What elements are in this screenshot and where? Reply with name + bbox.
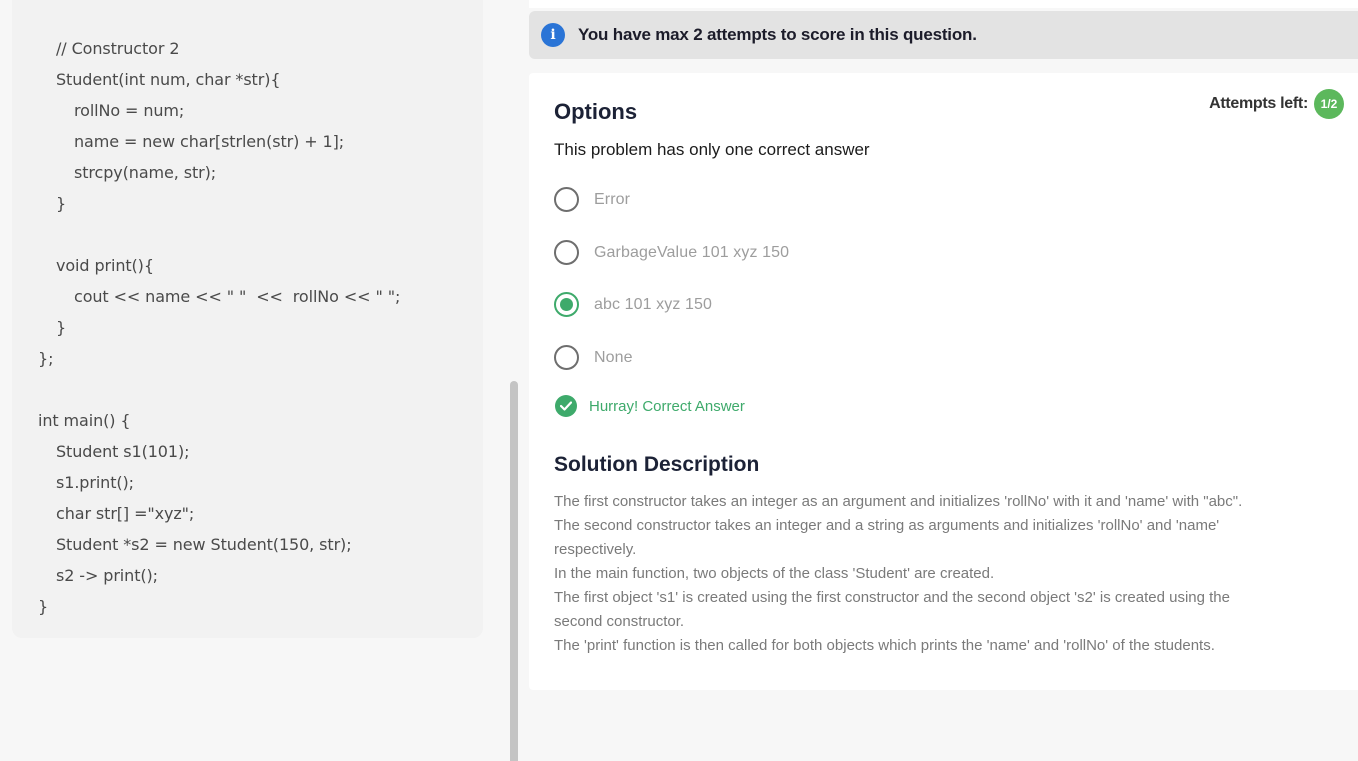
code-line: int main() { bbox=[38, 411, 131, 430]
radio-button[interactable] bbox=[554, 240, 579, 265]
code-line: Student *s2 = new Student(150, str); bbox=[56, 535, 352, 554]
code-line: } bbox=[56, 194, 67, 213]
code-line: rollNo = num; bbox=[74, 101, 185, 120]
info-icon: i bbox=[541, 23, 565, 47]
radio-button-selected[interactable] bbox=[554, 292, 579, 317]
solution-line: In the main function, two objects of the… bbox=[554, 565, 995, 582]
question-panel: i You have max 2 attempts to score in th… bbox=[518, 0, 1358, 761]
option-label: GarbageValue 101 xyz 150 bbox=[594, 243, 790, 261]
option-label: abc 101 xyz 150 bbox=[594, 295, 713, 313]
solution-line: The first object 's1' is created using t… bbox=[554, 589, 1230, 606]
top-strip bbox=[529, 0, 1358, 8]
code-line: strcpy(name, str); bbox=[74, 163, 217, 182]
code-line: name = new char[strlen(str) + 1]; bbox=[74, 132, 345, 151]
code-line: Student s1(101); bbox=[56, 442, 190, 461]
solution-line: respectively. bbox=[554, 541, 637, 558]
correct-answer-message: Hurray! Correct Answer bbox=[555, 395, 745, 417]
option-label: Error bbox=[594, 190, 631, 208]
banner-text: You have max 2 attempts to score in this… bbox=[578, 25, 977, 44]
option-label: None bbox=[594, 348, 633, 366]
option-garbagevalue[interactable]: GarbageValue 101 xyz 150 bbox=[554, 240, 789, 265]
code-line: }; bbox=[38, 349, 54, 368]
code-line: Student(int num, char *str){ bbox=[56, 70, 281, 89]
code-line: } bbox=[56, 318, 67, 337]
result-text: Hurray! Correct Answer bbox=[589, 397, 745, 415]
solution-description: The first constructor takes an integer a… bbox=[554, 490, 1344, 658]
attempts-info-banner: i You have max 2 attempts to score in th… bbox=[529, 11, 1358, 59]
attempts-badge: 1/2 bbox=[1314, 89, 1344, 119]
solution-line: The first constructor takes an integer a… bbox=[554, 493, 1243, 510]
code-line: s1.print(); bbox=[56, 473, 134, 492]
option-none[interactable]: None bbox=[554, 345, 633, 370]
options-title: Options bbox=[554, 99, 638, 124]
solution-title: Solution Description bbox=[554, 453, 760, 476]
solution-line: The 'print' function is then called for … bbox=[554, 637, 1215, 654]
code-line: // Constructor 2 bbox=[56, 39, 180, 58]
solution-line: second constructor. bbox=[554, 613, 685, 630]
code-line: cout << name << " " << rollNo << " "; bbox=[74, 287, 401, 306]
code-line: } bbox=[38, 597, 49, 616]
solution-line: The second constructor takes an integer … bbox=[554, 517, 1220, 534]
radio-button[interactable] bbox=[554, 345, 579, 370]
code-line: char str[] ="xyz"; bbox=[56, 504, 195, 523]
problem-note: This problem has only one correct answer bbox=[554, 140, 870, 159]
check-circle-icon bbox=[555, 395, 577, 417]
code-line: void print(){ bbox=[56, 256, 154, 275]
radio-button[interactable] bbox=[554, 187, 579, 212]
code-panel: // Constructor 2 Student(int num, char *… bbox=[0, 0, 512, 761]
option-error[interactable]: Error bbox=[554, 187, 630, 212]
attempts-label: Attempts left: bbox=[1209, 95, 1308, 112]
code-block: // Constructor 2 Student(int num, char *… bbox=[12, 0, 483, 638]
option-abc[interactable]: abc 101 xyz 150 bbox=[554, 292, 712, 317]
scrollbar-thumb[interactable] bbox=[510, 381, 518, 761]
options-card: Options Attempts left: 1/2 This problem … bbox=[529, 73, 1358, 690]
attempts-left: Attempts left: 1/2 bbox=[1209, 89, 1344, 119]
code-line: s2 -> print(); bbox=[56, 566, 158, 585]
